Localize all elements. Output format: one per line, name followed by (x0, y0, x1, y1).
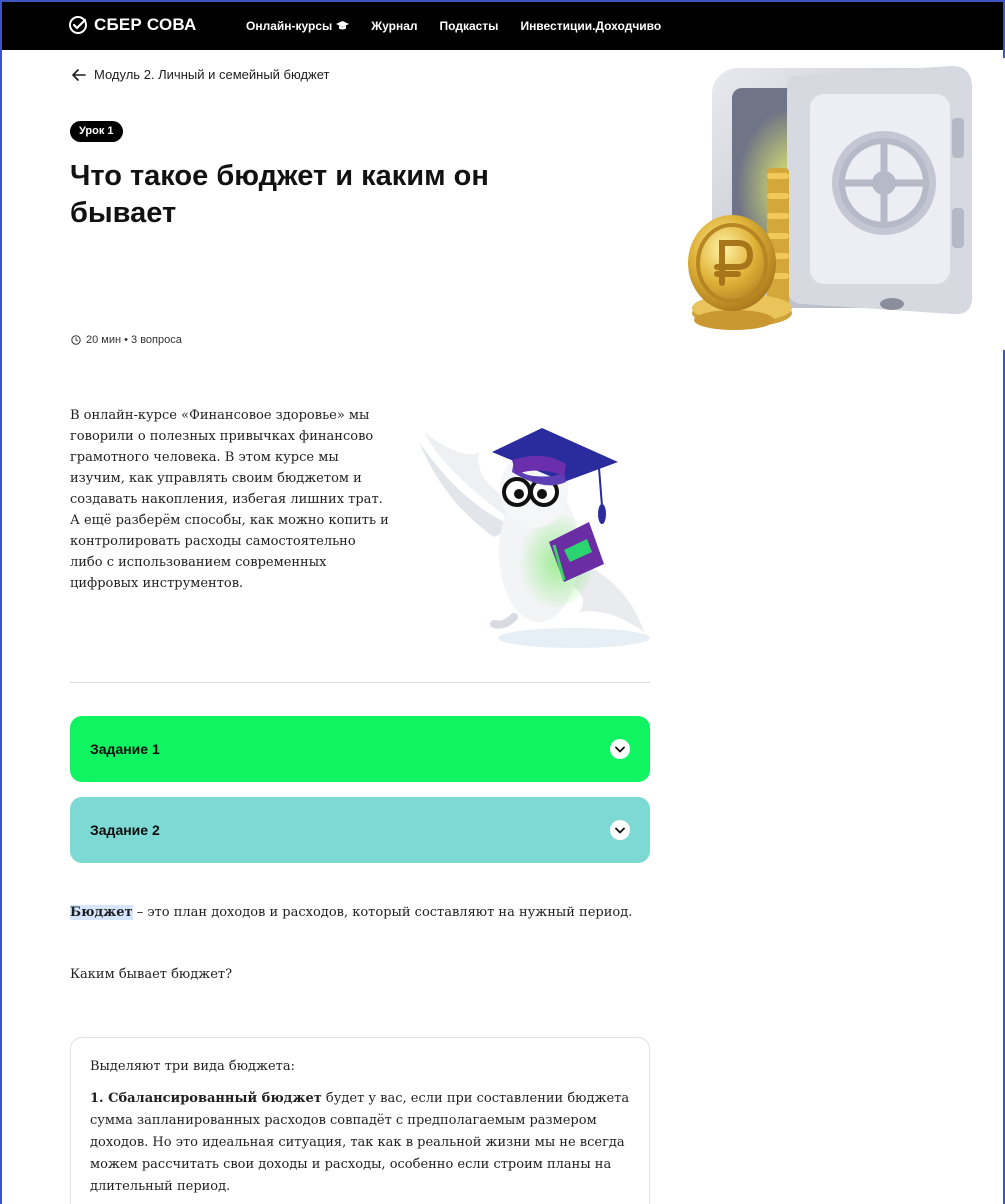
top-nav: СБЕР СОВА Онлайн-курсы Журнал Подкасты И… (2, 2, 1003, 50)
definition-term: Бюджет (70, 905, 133, 920)
section-question: Каким бывает бюджет? (70, 967, 233, 982)
arrow-left-icon (72, 68, 86, 81)
nav-link-journal[interactable]: Журнал (371, 19, 417, 33)
card-item-1-text: будет у вас, если при составлении бюджет… (90, 1091, 630, 1194)
lesson-meta-text: 20 мин • 3 вопроса (86, 334, 182, 346)
task-2-accordion[interactable]: Задание 2 (70, 797, 650, 863)
card-intro: Выделяют три вида бюджета: (90, 1059, 296, 1074)
card-item-1: 1. Сбалансированный бюджет будет у вас, … (90, 1088, 631, 1198)
section-divider (70, 682, 650, 683)
task-1-accordion[interactable]: Задание 1 (70, 716, 650, 782)
owl-illustration (404, 402, 650, 648)
logo-text: СБЕР СОВА (94, 15, 197, 34)
nav-link-podcasts[interactable]: Подкасты (440, 19, 499, 33)
graduation-cap-icon (336, 21, 350, 30)
intro-paragraph: В онлайн-курсе «Финансовое здоровье» мы … (70, 408, 389, 591)
sber-logo-icon (69, 16, 87, 34)
nav-links: Онлайн-курсы Журнал Подкасты Инвестиции.… (246, 19, 661, 33)
chevron-down-icon[interactable] (610, 739, 630, 759)
budget-types-card: Выделяют три вида бюджета: 1. Сбалансиро… (70, 1037, 650, 1204)
back-link[interactable]: Модуль 2. Личный и семейный бюджет (72, 67, 329, 82)
budget-definition: Бюджет – это план доходов и расходов, ко… (70, 902, 650, 924)
nav-link-label: Онлайн-курсы (246, 19, 333, 33)
nav-link-investments[interactable]: Инвестиции.Доходчиво (520, 19, 661, 33)
back-link-label: Модуль 2. Личный и семейный бюджет (94, 67, 330, 82)
nav-link-courses[interactable]: Онлайн-курсы (246, 19, 350, 33)
chevron-down-icon[interactable] (610, 820, 630, 840)
card-item-1-title: 1. Сбалансированный бюджет (90, 1091, 322, 1106)
page-title: Что такое бюджет и каким он бывает (70, 160, 489, 229)
lesson-badge: Урок 1 (70, 121, 123, 142)
task-1-label: Задание 1 (90, 741, 160, 757)
logo[interactable]: СБЕР СОВА (68, 15, 196, 35)
lesson-meta: 20 мин • 3 вопроса (71, 334, 182, 346)
safe-illustration (622, 58, 1005, 350)
clock-icon (71, 335, 81, 345)
definition-text: – это план доходов и расходов, который с… (132, 905, 633, 920)
task-2-label: Задание 2 (90, 822, 160, 838)
